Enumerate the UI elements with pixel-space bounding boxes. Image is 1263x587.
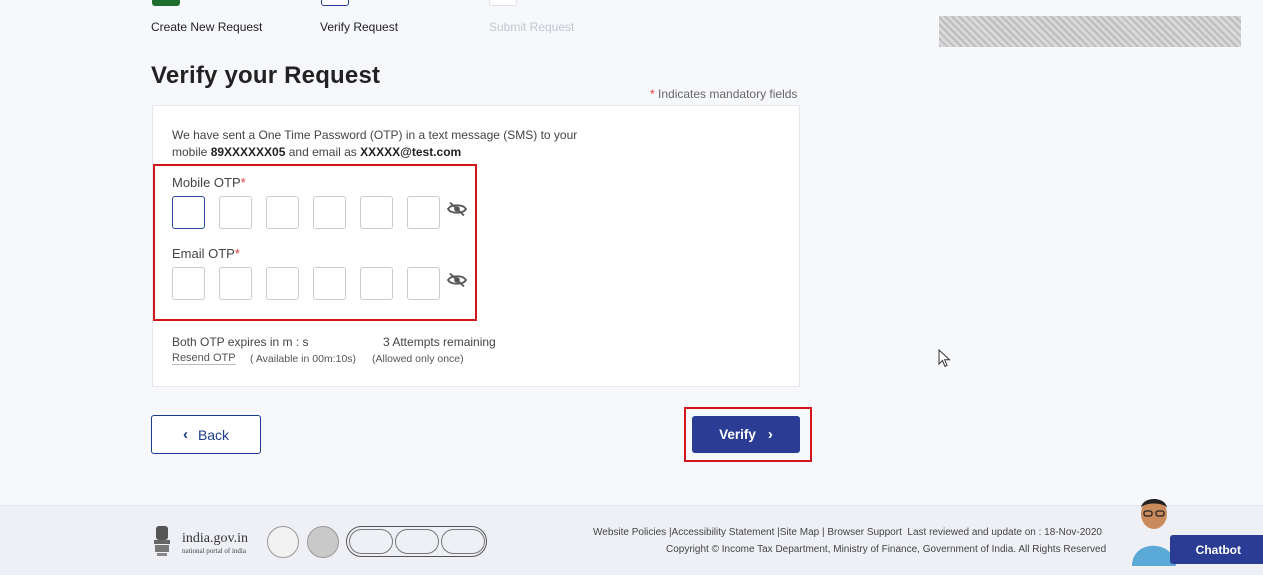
email-otp-digit-1[interactable] bbox=[172, 267, 205, 300]
footer-links[interactable]: Website Policies |Accessibility Statemen… bbox=[593, 527, 1102, 538]
otp-message-line1: We have sent a One Time Password (OTP) i… bbox=[172, 128, 578, 142]
mobile-otp-label-text: Mobile OTP bbox=[172, 175, 241, 190]
email-otp-digit-5[interactable] bbox=[360, 267, 393, 300]
mobile-otp-digit-1[interactable] bbox=[172, 196, 205, 229]
step-indicator-create bbox=[152, 0, 180, 6]
step-label-verify: Verify Request bbox=[320, 20, 399, 34]
attempts-remaining: 3 Attempts remaining bbox=[383, 335, 496, 349]
verify-button-label: Verify bbox=[719, 427, 756, 442]
mobile-otp-digit-2[interactable] bbox=[219, 196, 252, 229]
email-otp-required-star: * bbox=[234, 246, 240, 261]
iso-badge-icon bbox=[349, 529, 393, 554]
entrust-seal-icon bbox=[307, 526, 339, 558]
step-indicator-submit bbox=[489, 0, 517, 6]
iso-certifications bbox=[346, 526, 487, 557]
mandatory-star: * bbox=[650, 87, 655, 101]
verify-button[interactable]: Verify › bbox=[692, 416, 800, 453]
footer-link-list[interactable]: Website Policies |Accessibility Statemen… bbox=[593, 527, 902, 538]
redacted-area bbox=[939, 16, 1241, 47]
step-indicator-verify bbox=[321, 0, 349, 6]
india-gov-logo[interactable]: india.gov.in bbox=[182, 531, 248, 547]
mobile-otp-digit-3[interactable] bbox=[266, 196, 299, 229]
email-otp-label-text: Email OTP bbox=[172, 246, 235, 261]
page-title: Verify your Request bbox=[151, 62, 381, 89]
eye-slash-icon[interactable] bbox=[447, 272, 467, 288]
back-button-label: Back bbox=[197, 426, 230, 443]
iso-badge-icon bbox=[441, 529, 485, 554]
national-emblem-icon bbox=[154, 526, 170, 556]
mobile-otp-digit-5[interactable] bbox=[360, 196, 393, 229]
otp-message-prefix: mobile bbox=[172, 145, 211, 159]
resend-otp-link[interactable]: Resend OTP bbox=[172, 352, 236, 365]
copyright-text: Copyright © Income Tax Department, Minis… bbox=[666, 544, 1107, 555]
mobile-otp-digit-6[interactable] bbox=[407, 196, 440, 229]
resend-allowed-note: (Allowed only once) bbox=[372, 353, 464, 365]
footer-bottom-strip bbox=[0, 575, 1263, 587]
mouse-cursor-icon bbox=[938, 349, 951, 368]
mandatory-note-text: Indicates mandatory fields bbox=[658, 87, 798, 101]
masked-mobile: 89XXXXXX05 bbox=[210, 145, 286, 159]
eye-slash-icon[interactable] bbox=[447, 201, 467, 217]
email-otp-digit-6[interactable] bbox=[407, 267, 440, 300]
email-otp-label: Email OTP* bbox=[172, 246, 240, 261]
resend-availability: ( Available in 00m:10s) bbox=[250, 353, 357, 365]
chatbot-button[interactable]: Chatbot bbox=[1170, 535, 1263, 564]
masked-email: XXXXX@test.com bbox=[360, 145, 462, 159]
step-label-submit: Submit Request bbox=[489, 20, 575, 34]
chevron-right-icon: › bbox=[767, 426, 773, 443]
mandatory-note: * Indicates mandatory fields bbox=[650, 87, 797, 101]
last-reviewed: Last reviewed and update on : 18-Nov-202… bbox=[907, 527, 1102, 538]
otp-sent-message: We have sent a One Time Password (OTP) i… bbox=[172, 127, 592, 161]
otp-expiry-text: Both OTP expires in m : s bbox=[172, 335, 309, 349]
mobile-otp-required-star: * bbox=[240, 175, 246, 190]
back-button[interactable]: ‹ Back bbox=[151, 415, 261, 454]
email-otp-digit-4[interactable] bbox=[313, 267, 346, 300]
otp-message-middle: and email as bbox=[285, 145, 361, 159]
india-gov-tagline: national portal of india bbox=[182, 547, 246, 555]
mobile-otp-digit-4[interactable] bbox=[313, 196, 346, 229]
step-label-create: Create New Request bbox=[151, 20, 263, 34]
email-otp-digit-2[interactable] bbox=[219, 267, 252, 300]
email-otp-digit-3[interactable] bbox=[266, 267, 299, 300]
iso-badge-icon bbox=[395, 529, 439, 554]
mobile-otp-label: Mobile OTP* bbox=[172, 175, 246, 190]
certification-badge-icon bbox=[267, 526, 299, 558]
chevron-left-icon: ‹ bbox=[182, 426, 188, 443]
